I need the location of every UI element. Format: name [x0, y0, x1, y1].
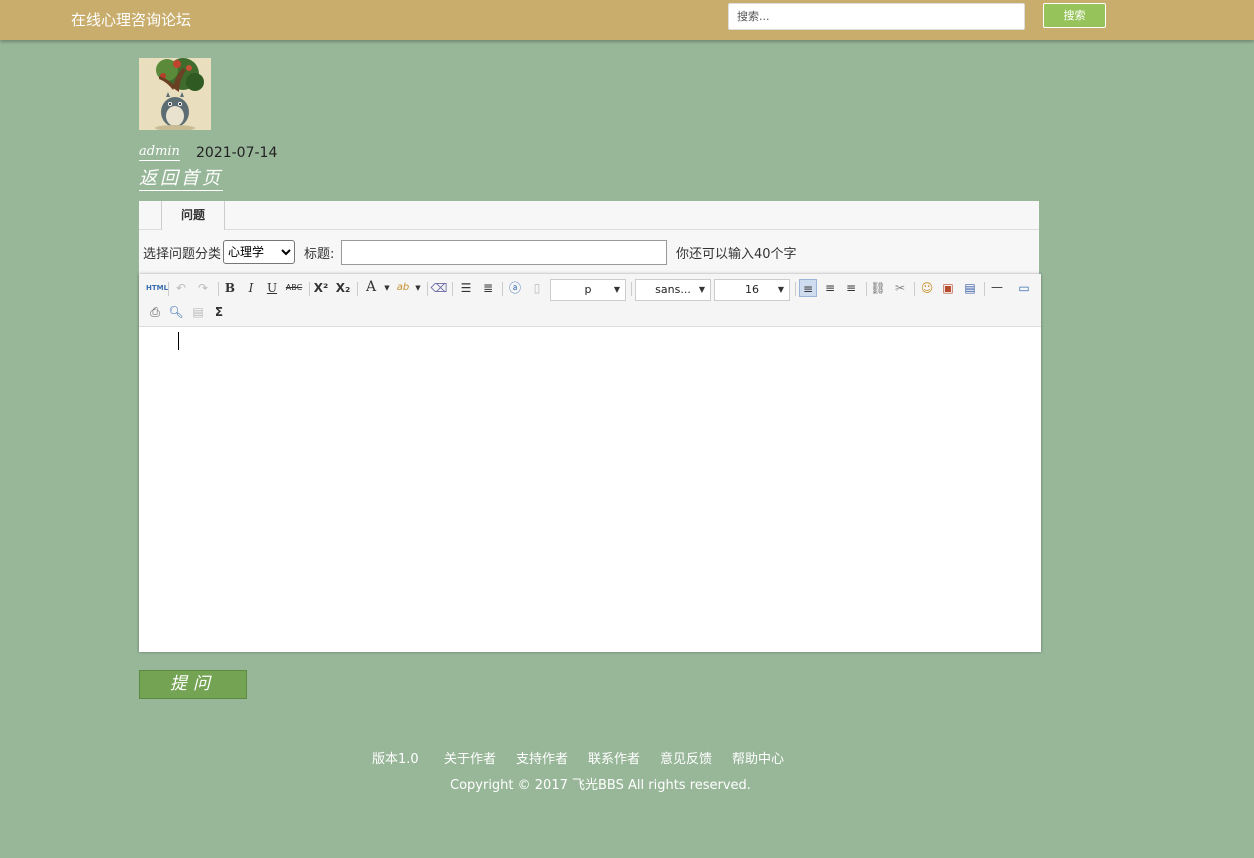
top-navbar: 在线心理咨询论坛 搜索 — [0, 0, 1254, 40]
italic-icon[interactable]: I — [242, 279, 260, 297]
toolbar-separator — [427, 282, 428, 296]
html-source-icon[interactable]: HTML — [146, 279, 168, 297]
back-home-link[interactable]: 返回首页 — [139, 168, 223, 191]
link-icon[interactable]: ⛓ — [869, 279, 887, 297]
horizontal-rule-icon[interactable]: — — [988, 278, 1006, 296]
template-icon[interactable]: ▤ — [189, 303, 207, 321]
paste-plain-icon[interactable]: ▯ — [528, 279, 546, 297]
tab-bar: 问题 — [139, 201, 1039, 230]
preview-icon[interactable]: ▭ — [1015, 279, 1033, 297]
char-count-hint: 你还可以输入40个字 — [676, 247, 797, 262]
copyright-text: Copyright © 2017 飞光BBS All rights reserv… — [450, 778, 751, 793]
underline-icon[interactable]: U — [263, 279, 281, 297]
editor-toolbar: HTML ↶ ↷ B I U ABC X² X₂ A ▼ ab ▼ ⌫ ☰ ≣ … — [139, 274, 1041, 327]
toolbar-separator — [914, 282, 915, 296]
rich-text-editor: HTML ↶ ↷ B I U ABC X² X₂ A ▼ ab ▼ ⌫ ☰ ≣ … — [139, 274, 1041, 652]
question-form-panel: 问题 选择问题分类 心理学 标题: 你还可以输入40个字 — [139, 201, 1039, 274]
footer-link-version[interactable]: 版本1.0 — [372, 748, 419, 767]
font-family-value: sans... — [655, 283, 691, 296]
footer-link-support[interactable]: 支持作者 — [516, 748, 568, 767]
align-center-icon[interactable]: ≡ — [821, 279, 839, 297]
footer-link-contact[interactable]: 联系作者 — [588, 748, 640, 767]
footer-links: 版本1.0 关于作者 支持作者 联系作者 意见反馈 帮助中心 — [0, 748, 1254, 768]
chevron-down-icon: ▼ — [698, 285, 705, 294]
paragraph-format-select[interactable]: p ▼ — [550, 279, 626, 301]
editor-content-area[interactable] — [139, 327, 1041, 652]
footer-link-about[interactable]: 关于作者 — [444, 748, 496, 767]
search-input[interactable] — [728, 3, 1025, 30]
chevron-down-icon: ▼ — [613, 285, 620, 294]
emoticon-icon[interactable]: ☺ — [918, 279, 936, 297]
paragraph-format-value: p — [584, 283, 592, 296]
toolbar-separator — [502, 282, 503, 296]
title-input[interactable] — [341, 240, 667, 265]
unordered-list-icon[interactable]: ≣ — [479, 279, 497, 297]
category-label: 选择问题分类 — [143, 247, 222, 262]
search-button[interactable]: 搜索 — [1043, 3, 1106, 28]
ordered-list-icon[interactable]: ☰ — [457, 279, 475, 297]
category-select[interactable]: 心理学 — [223, 240, 295, 264]
toolbar-separator — [452, 282, 453, 296]
tab-question[interactable]: 问题 — [161, 201, 225, 230]
post-date: 2021-07-14 — [196, 145, 278, 161]
toolbar-separator — [866, 282, 867, 296]
toolbar-separator — [795, 282, 796, 296]
avatar-image — [139, 58, 211, 130]
unlink-icon[interactable]: ✂ — [891, 279, 909, 297]
strikethrough-icon[interactable]: ABC — [285, 279, 303, 297]
font-size-select[interactable]: 16 ▼ — [714, 279, 790, 301]
footer-link-feedback[interactable]: 意见反馈 — [660, 748, 712, 767]
author-name-link[interactable]: admin — [139, 144, 180, 161]
submit-question-button[interactable]: 提问 — [139, 670, 247, 699]
highlight-dropdown-icon[interactable]: ▼ — [409, 279, 427, 297]
toolbar-separator — [309, 282, 310, 296]
insert-video-icon[interactable]: ▤ — [961, 279, 979, 297]
insert-image-icon[interactable]: ▣ — [939, 279, 957, 297]
toolbar-separator — [168, 282, 169, 296]
toolbar-separator — [631, 282, 632, 296]
search-replace-icon[interactable]: 🔍︎ — [167, 303, 185, 321]
title-label: 标题: — [304, 247, 335, 262]
font-family-select[interactable]: sans... ▼ — [635, 279, 711, 301]
align-left-icon[interactable]: ≡ — [799, 279, 817, 297]
toolbar-separator — [357, 282, 358, 296]
site-title[interactable]: 在线心理咨询论坛 — [71, 9, 191, 30]
print-icon[interactable]: ⎙ — [146, 303, 164, 321]
footer-link-help[interactable]: 帮助中心 — [732, 748, 784, 767]
blockquote-icon[interactable]: ⓐ — [506, 279, 524, 297]
subscript-icon[interactable]: X₂ — [334, 279, 352, 297]
toolbar-separator — [218, 282, 219, 296]
align-right-icon[interactable]: ≡ — [842, 279, 860, 297]
toolbar-separator — [984, 282, 985, 296]
author-avatar[interactable] — [139, 58, 211, 130]
redo-icon[interactable]: ↷ — [194, 279, 212, 297]
bold-icon[interactable]: B — [221, 279, 239, 297]
formula-icon[interactable]: Σ — [210, 303, 228, 321]
undo-icon[interactable]: ↶ — [172, 279, 190, 297]
font-size-value: 16 — [745, 283, 759, 296]
eraser-icon[interactable]: ⌫ — [430, 279, 448, 297]
superscript-icon[interactable]: X² — [312, 279, 330, 297]
chevron-down-icon: ▼ — [777, 285, 784, 294]
